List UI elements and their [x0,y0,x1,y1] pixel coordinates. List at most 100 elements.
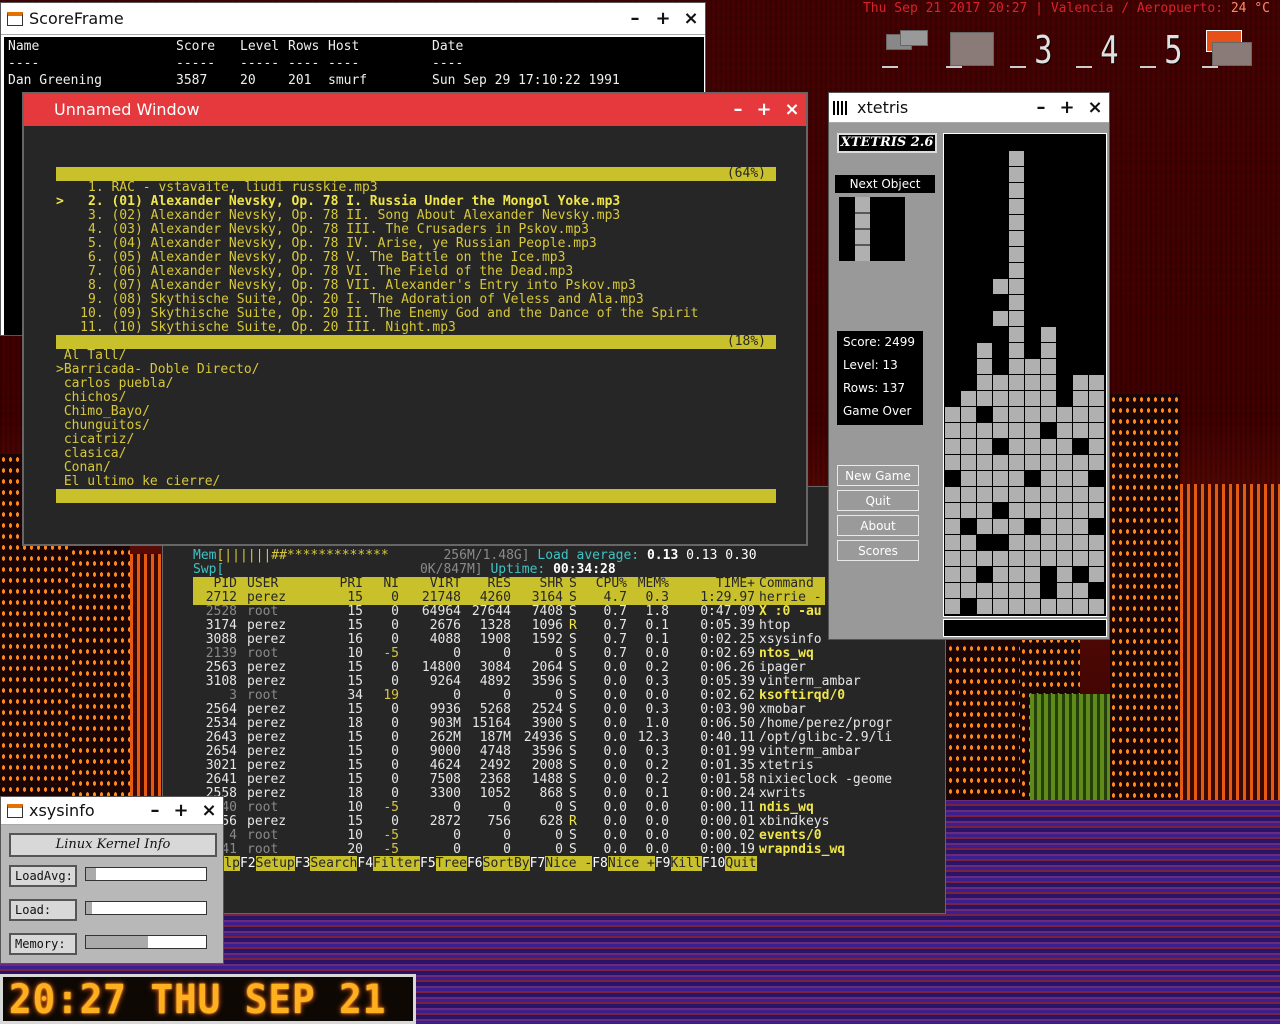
list-item[interactable]: 3. (02) Alexander Nevsky, Op. 78 II. Son… [56,209,620,223]
tetris-cell [1009,151,1024,166]
maximize-button[interactable]: + [169,797,193,825]
xtetris-titlebar[interactable]: xtetris – + × [829,93,1109,123]
minimize-button[interactable]: – [1029,93,1053,123]
table-row[interactable]: 4 root 10 -5 0 0 0 S 0.0 0.0 0:00.02 events/0 [193,829,825,843]
tetris-cell [1073,471,1088,486]
table-row[interactable]: 3 root 34 19 0 0 0 S 0.0 0.0 0:02.62 ksoftirqd/0 [193,689,845,703]
table-row[interactable]: 2556perez1502872756628R0.00.00:00.01xbin… [193,815,830,829]
workspace-5[interactable]: 5 [1140,30,1188,70]
quit-button[interactable]: Quit [837,490,919,511]
close-button[interactable]: × [679,3,703,35]
list-item[interactable]: El ultimo ke cierre/ [56,475,221,489]
table-row[interactable]: 2141root20-5000S0.00.00:00.19wrapndis_wq [193,843,845,857]
table-row[interactable]: 3088 perez 16 0 4088 1908 1592 S 0.7 0.1 0:02.25 xs… [193,633,825,647]
table-row[interactable]: 3021 perez 15 0 4624 2492 2008 S 0.0 0.2 0:01.35 xt… [193,759,825,773]
close-button[interactable]: × [780,94,804,126]
table-cell: S [569,829,577,843]
list-item[interactable]: Chimo_Bayo/ [56,405,150,419]
table-row[interactable]: 2558 perez 18 0 3300 1052 868 S 0.0 0.1 0:00.24 xwr… [193,787,825,801]
score-header-score: Score [176,39,216,54]
table-cell: 3021 [205,759,237,773]
list-item[interactable]: cicatriz/ [56,433,134,447]
table-row[interactable]: 2534 perez 18 0 903M 15164 3900 S 0.0 1.0 0:06.50 /… [193,717,892,731]
column-header[interactable]: PRI [311,577,363,591]
table-row[interactable]: 2563 perez 15 0 14800 3084 2064 S 0.0 0.2 0:06.26 i… [193,661,825,675]
table-row[interactable]: 2528 root 15 0 64964 27644 7408 S 0.7 1.8 0:47.09 X… [193,605,825,619]
list-item[interactable]: 5. (04) Alexander Nevsky, Op. 78 IV. Ari… [56,237,597,251]
table-row[interactable]: 40 root 10 -5 0 0 0 S 0.0 0.0 0:00.11 ndis_wq [193,801,825,815]
function-key-f8[interactable]: F8Nice + [592,856,655,871]
scoreframe-titlebar[interactable]: ScoreFrame – + × [1,3,705,35]
workspace-4[interactable]: 4 [1076,30,1124,70]
list-item[interactable]: chunguitos/ [56,419,150,433]
table-row[interactable]: 2564 perez 15 0 9936 5268 2524 S 0.0 0.3 0:03.90 xm… [193,703,825,717]
new-game-button[interactable]: New Game [837,465,919,486]
list-item[interactable]: 9. (08) Skythische Suite, Op. 20 I. The … [56,293,644,307]
about-button[interactable]: About [837,515,919,536]
function-key-f5[interactable]: F5Tree [420,856,467,871]
minimize-button[interactable]: – [143,797,167,825]
column-header[interactable]: CPU% [583,577,627,591]
list-item[interactable]: 10. (09) Skythische Suite, Op. 20 II. Th… [56,307,698,321]
list-item[interactable]: Conan/ [56,461,111,475]
scores-button[interactable]: Scores [837,540,919,561]
table-row[interactable]: 3174 perez 15 0 2676 1328 1096 R 0.7 0.1 0:05.39 ht… [193,619,825,633]
list-item[interactable]: 1. RAC - vstavaite, liudi russkie.mp3 [56,181,378,195]
column-header[interactable]: MEM% [627,577,669,591]
list-item[interactable]: 8. (07) Alexander Nevsky, Op. 78 VII. Al… [56,279,636,293]
list-item[interactable]: carlos puebla/ [56,377,174,391]
column-header[interactable]: VIRT [401,577,461,591]
list-item[interactable]: >Barricada- Doble Directo/ [56,363,260,377]
table-row[interactable]: 2654 perez 15 0 9000 4748 3596 S 0.0 0.3 0:01.99 vi… [193,745,861,759]
function-key-f2[interactable]: F2Setup [240,856,295,871]
list-item[interactable]: Al Tall/ [56,349,127,363]
list-item[interactable]: 6. (05) Alexander Nevsky, Op. 78 V. The … [56,251,565,265]
list-item[interactable]: > 2. (01) Alexander Nevsky, Op. 78 I. Ru… [56,195,620,209]
function-key-f3[interactable]: F3Search [295,856,358,871]
player-titlebar[interactable]: Unnamed Window – + × [24,94,806,126]
table-cell: 0.3 [645,703,669,717]
workspace-3[interactable]: 3 [1010,30,1058,70]
list-item[interactable]: 11. (10) Skythische Suite, Op. 20 III. N… [56,321,456,335]
column-header[interactable]: RES [463,577,511,591]
list-item[interactable]: chichos/ [56,391,127,405]
column-header[interactable]: USER [247,577,307,591]
tetris-board[interactable] [943,133,1107,617]
minimize-button[interactable]: – [623,3,647,35]
table-row[interactable]: 2641 perez 15 0 7508 2368 1488 S 0.0 0.2 0:01.58 ni… [193,773,892,787]
function-key-f10[interactable]: F10Quit [702,856,757,871]
table-row[interactable]: 2712 perez 15 0 21748 4260 3164 S 4.7 0.3 1:29.97 h… [193,591,825,605]
workspace-active[interactable] [1202,30,1252,70]
workspace-2[interactable]: 2 [946,30,994,70]
xsysinfo-titlebar[interactable]: xsysinfo – + × [1,797,223,825]
table-cell: perez [247,717,287,731]
process-table-header[interactable]: PID USER PRI NI VIRT RES SHR S CPU% MEM% TIME+ Comm… [193,577,825,591]
minimize-button[interactable]: – [726,94,750,126]
function-key-f7[interactable]: F7Nice - [530,856,593,871]
table-row[interactable]: 3108 perez 15 0 9264 4892 3596 S 0.0 0.3 0:05.39 vi… [193,675,861,689]
function-key-f9[interactable]: F9Kill [655,856,702,871]
next-piece [855,197,870,261]
player-terminal[interactable]: Reproduciendo | Caludio Abbado - Alexand… [24,126,806,544]
workspace-1[interactable]: 1 [882,30,930,70]
close-button[interactable]: × [197,797,221,825]
table-row[interactable]: 2139 root 10 -5 0 0 0 S 0.7 0.0 0:02.69 ntos_wq [193,647,825,661]
function-key-f6[interactable]: F6SortBy [467,856,530,871]
list-item[interactable]: clasica/ [56,447,127,461]
maximize-button[interactable]: + [752,94,776,126]
column-header[interactable]: NI [365,577,399,591]
function-key-f4[interactable]: F4Filter [357,856,421,871]
tetris-cell [1009,551,1024,566]
list-item[interactable]: 4. (03) Alexander Nevsky, Op. 78 III. Th… [56,223,589,237]
maximize-button[interactable]: + [651,3,675,35]
browser-path-bar: /home/perez/musica (18%) [56,335,776,363]
table-row[interactable]: 2643 perez 15 0 262M 187M 24936 S 0.0 12.3 0:40.11… [193,731,892,745]
column-header[interactable]: SHR [513,577,563,591]
close-button[interactable]: × [1083,93,1107,123]
selection-marker [56,432,64,447]
column-header[interactable]: PID [193,577,237,591]
list-item[interactable]: 7. (06) Alexander Nevsky, Op. 78 VI. The… [56,265,573,279]
column-header[interactable]: S [569,577,581,591]
column-header[interactable]: TIME+ [671,577,755,591]
maximize-button[interactable]: + [1055,93,1079,123]
